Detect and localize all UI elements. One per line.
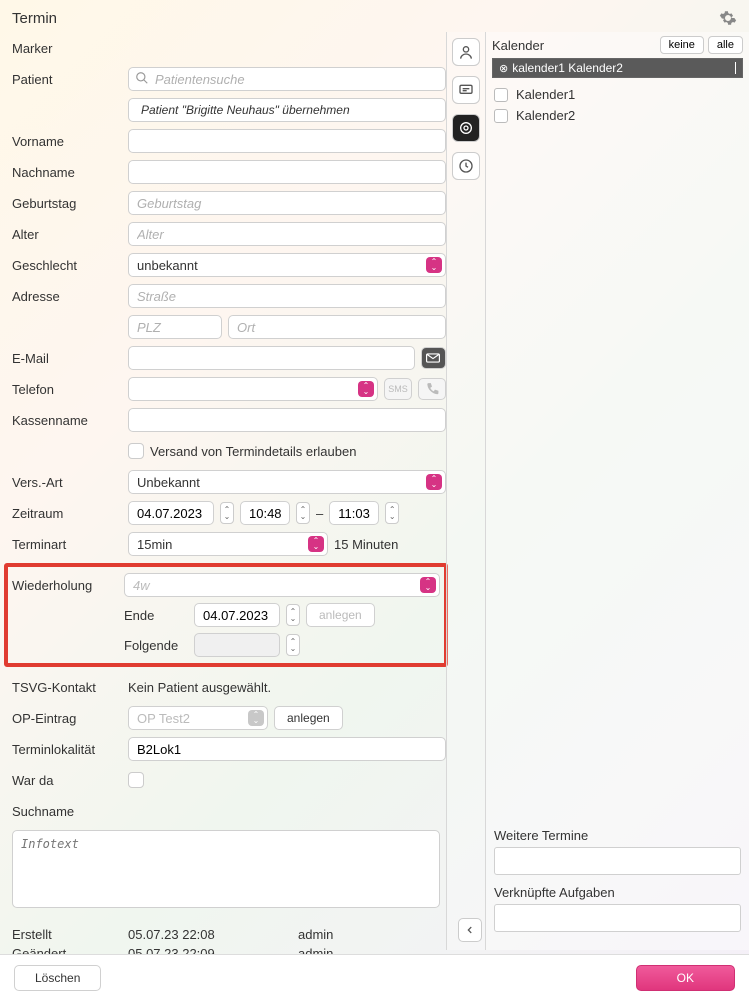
- vorname-input[interactable]: [128, 129, 446, 153]
- weitere-title: Weitere Termine: [494, 828, 741, 843]
- collapse-right-icon[interactable]: [458, 918, 482, 942]
- calendar-checkbox[interactable]: [494, 109, 508, 123]
- loeschen-button[interactable]: Löschen: [14, 965, 101, 991]
- versart-select[interactable]: Unbekannt: [128, 470, 446, 494]
- versand-checkbox[interactable]: [128, 443, 144, 459]
- search-icon: [135, 71, 149, 85]
- verknuepfte-aufgaben-box[interactable]: [494, 904, 741, 932]
- calendar-item[interactable]: Kalender1: [494, 84, 741, 105]
- wdh-anlegen-button[interactable]: anlegen: [306, 603, 375, 627]
- phone-icon[interactable]: [418, 378, 446, 400]
- calendar-filter-input[interactable]: ⊗ kalender1 Kalender2: [492, 58, 743, 78]
- calendar-title: Kalender: [492, 38, 656, 53]
- label-folgende: Folgende: [124, 638, 188, 653]
- label-geburtstag: Geburtstag: [12, 196, 128, 211]
- form-panel: Marker Patient Patient "Brigitte Neuhaus…: [0, 32, 446, 950]
- email-input[interactable]: [128, 346, 415, 370]
- label-ende: Ende: [124, 608, 188, 623]
- geschlecht-select[interactable]: unbekannt: [128, 253, 446, 277]
- ort-input[interactable]: [228, 315, 446, 339]
- person-icon[interactable]: [452, 38, 480, 66]
- folgende-input[interactable]: [194, 633, 280, 657]
- kassenname-input[interactable]: [128, 408, 446, 432]
- folgende-stepper[interactable]: [286, 634, 300, 656]
- label-terminart: Terminart: [12, 537, 128, 552]
- tsvg-text: Kein Patient ausgewählt.: [128, 680, 271, 695]
- chat-icon[interactable]: [452, 76, 480, 104]
- geburtstag-input[interactable]: [128, 191, 446, 215]
- label-terminlokalitaet: Terminlokalität: [12, 742, 128, 757]
- date-stepper[interactable]: [220, 502, 234, 524]
- email-send-icon[interactable]: [421, 347, 446, 369]
- wiederholung-select[interactable]: 4w: [124, 573, 440, 597]
- label-warda: War da: [12, 773, 128, 788]
- terminart-text: 15 Minuten: [334, 537, 398, 552]
- patient-search-input[interactable]: [128, 67, 446, 91]
- label-vorname: Vorname: [12, 134, 128, 149]
- op-anlegen-button[interactable]: anlegen: [274, 706, 343, 730]
- label-opeintrag: OP-Eintrag: [12, 711, 128, 726]
- strasse-input[interactable]: [128, 284, 446, 308]
- tool-column: [446, 32, 486, 950]
- wiederholung-highlight: Wiederholung 4w Ende anlegen: [4, 563, 448, 667]
- erstellt-user: admin: [298, 927, 333, 942]
- label-tsvg: TSVG-Kontakt: [12, 680, 128, 695]
- weitere-termine-box[interactable]: [494, 847, 741, 875]
- gear-icon[interactable]: [719, 9, 737, 27]
- op-select[interactable]: OP Test2: [128, 706, 268, 730]
- patient-search[interactable]: [128, 67, 446, 91]
- label-adresse: Adresse: [12, 289, 128, 304]
- keine-button[interactable]: keine: [660, 36, 704, 54]
- label-zeitraum: Zeitraum: [12, 506, 128, 521]
- calendar-item[interactable]: Kalender2: [494, 105, 741, 126]
- sms-icon[interactable]: SMS: [384, 378, 412, 400]
- wdh-ende-input[interactable]: [194, 603, 280, 627]
- history-icon[interactable]: [452, 152, 480, 180]
- warda-checkbox[interactable]: [128, 772, 144, 788]
- label-suchname: Suchname: [12, 804, 128, 819]
- erstellt-ts: 05.07.23 22:08: [128, 927, 298, 942]
- label-kassenname: Kassenname: [12, 413, 128, 428]
- label-geschlecht: Geschlecht: [12, 258, 128, 273]
- label-marker: Marker: [12, 41, 128, 56]
- calendar-checkbox[interactable]: [494, 88, 508, 102]
- plz-input[interactable]: [128, 315, 222, 339]
- alle-button[interactable]: alle: [708, 36, 743, 54]
- aufgaben-title: Verknüpfte Aufgaben: [494, 885, 741, 900]
- alter-input[interactable]: [128, 222, 446, 246]
- target-icon[interactable]: [452, 114, 480, 142]
- time-from-input[interactable]: [240, 501, 290, 525]
- clear-filter-icon[interactable]: ⊗: [499, 62, 508, 75]
- label-alter: Alter: [12, 227, 128, 242]
- label-telefon: Telefon: [12, 382, 128, 397]
- time-to-input[interactable]: [329, 501, 379, 525]
- telefon-select[interactable]: [128, 377, 378, 401]
- infotext-input[interactable]: [12, 830, 440, 908]
- label-email: E-Mail: [12, 351, 128, 366]
- ok-button[interactable]: OK: [636, 965, 735, 991]
- label-patient: Patient: [12, 72, 128, 87]
- time-from-stepper[interactable]: [296, 502, 310, 524]
- terminlok-input[interactable]: [128, 737, 446, 761]
- calendar-panel: Kalender keine alle ⊗ kalender1 Kalender…: [486, 32, 749, 950]
- dash: –: [316, 506, 323, 521]
- wdh-ende-stepper[interactable]: [286, 604, 300, 626]
- label-nachname: Nachname: [12, 165, 128, 180]
- patient-takeover-button[interactable]: Patient "Brigitte Neuhaus" übernehmen: [128, 98, 446, 122]
- time-to-stepper[interactable]: [385, 502, 399, 524]
- label-erstellt: Erstellt: [12, 927, 128, 942]
- nachname-input[interactable]: [128, 160, 446, 184]
- versand-label: Versand von Termindetails erlauben: [150, 444, 356, 459]
- window-title: Termin: [12, 10, 57, 27]
- terminart-select[interactable]: 15min: [128, 532, 328, 556]
- date-input[interactable]: [128, 501, 214, 525]
- label-wiederholung: Wiederholung: [12, 578, 124, 593]
- label-versart: Vers.-Art: [12, 475, 128, 490]
